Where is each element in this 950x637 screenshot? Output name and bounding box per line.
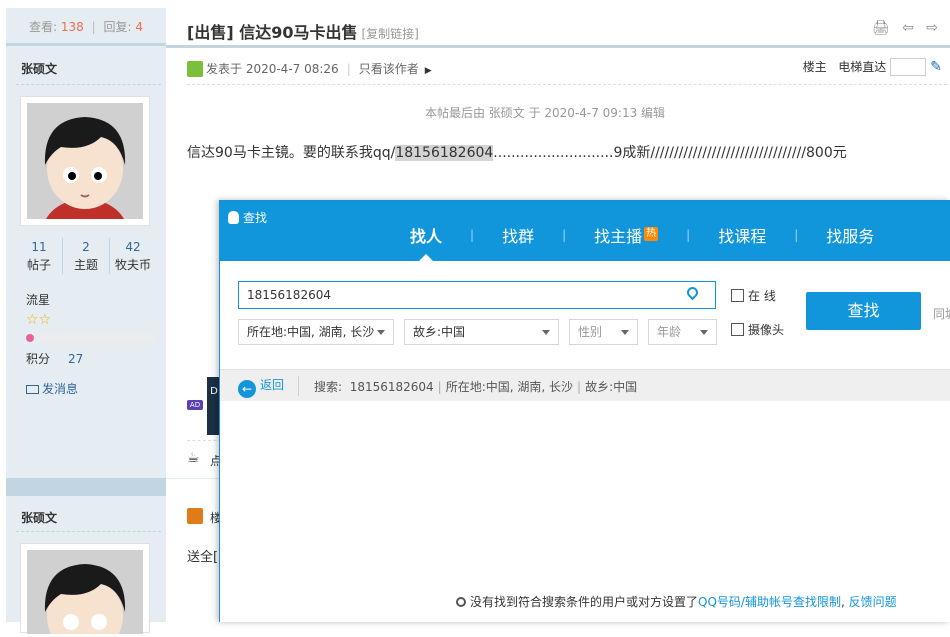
author-name[interactable]: 张硕文 [21,60,57,77]
selected-qq-number: 18156182604 [395,145,494,161]
tab-find-group[interactable]: 找群 [502,223,534,247]
coffee-icon[interactable]: ☕ [187,450,200,466]
chevron-down-icon [621,330,629,335]
floor-tools: 楼主 电梯直达 ✎ [803,58,942,76]
ad-tag: AD [187,400,203,410]
title-tools[interactable]: 🖨 ⇦ ⇨ [872,20,942,36]
author-counts: 11 帖子 2 主题 42 牧夫币 [16,238,156,274]
replies-label: 回复: [103,20,132,34]
age-select[interactable]: 年龄 [648,319,717,345]
pen-icon[interactable]: ✎ [930,59,942,75]
online-label: 在 线 [748,289,776,303]
back-button[interactable]: ← 返回 [238,376,284,398]
thread-stats: 查看: 138 | 回复: 4 [6,8,166,46]
user-badge-icon [187,508,203,524]
post-time: 发表于 2020-4-7 08:26 [206,62,339,76]
search-breadcrumb: ← 返回 搜索: 18156182604 | 所在地:中国, 湖南, 长沙 | 故乡:中国 [220,369,950,401]
online-checkbox[interactable] [731,289,744,302]
tab-find-service[interactable]: 找服务 [826,223,874,247]
send-message-link[interactable]: 发消息 [26,380,78,397]
chevron-down-icon [542,330,550,335]
author-sidebar: 查看: 138 | 回复: 4 张硕文 11 帖子 2 主题 42 牧夫币 流星… [6,8,166,637]
views-label: 查看: [29,20,58,34]
hometown-select[interactable]: 故乡:中国 [404,319,559,345]
qq-window-title: 查找 [228,209,267,226]
elevator-label: 电梯直达 [838,60,887,74]
rank-progress [26,334,156,342]
chevron-down-icon [700,330,708,335]
views-count: 138 [60,20,84,34]
search-icon [456,597,466,607]
count-posts[interactable]: 11 帖子 [16,238,63,274]
score: 积分 27 [26,352,84,366]
search-restriction-link[interactable]: QQ号码/辅助帐号查找限制 [698,595,841,609]
no-result-message: 没有找到符合搜索条件的用户或对方设置了QQ号码/辅助帐号查找限制, 反馈问题 [456,593,897,610]
tab-find-streamer[interactable]: 找主播热 [594,223,659,247]
author-name-post2[interactable]: 张硕文 [21,509,57,526]
count-threads[interactable]: 2 主题 [63,238,110,274]
qq-find-header: 查找 找人 | 找群 | 找主播热 | 找课程 | 找服务 [220,201,950,261]
tab-find-course[interactable]: 找课程 [718,223,766,247]
edit-note: 本帖最后由 张硕文 于 2020-4-7 09:13 编辑 [424,106,666,120]
feedback-link[interactable]: 反馈问题 [849,595,897,609]
envelope-icon [26,385,39,394]
only-author-link[interactable]: 只看该作者 [359,62,419,76]
gender-select[interactable]: 性别 [569,319,638,345]
qq-find-dialog: 查找 找人 | 找群 | 找主播热 | 找课程 | 找服务 1815618260… [219,200,950,622]
tab-find-people[interactable]: 找人 [410,223,442,261]
rank-progress-fill [26,334,34,342]
camera-label: 摄像头 [748,323,785,337]
camera-checkbox[interactable] [731,323,744,336]
elevator-input[interactable] [890,58,927,76]
qq-penguin-icon [228,211,239,224]
search-criteria: 搜索: 18156182604 | 所在地:中国, 湖南, 长沙 | 故乡:中国 [314,380,638,394]
online-status-icon [187,61,203,77]
hot-badge: 热 [644,227,659,241]
floor-label: 楼主 [802,60,827,74]
location-select[interactable]: 所在地:中国, 湖南, 长沙 [238,319,394,345]
post-body: 信达90马卡主镜。要的联系我qq/18156182604............… [187,145,847,161]
post2-body: 送全[] [187,550,224,565]
chevron-down-icon [377,330,385,335]
count-coins[interactable]: 42 牧夫币 [110,238,156,274]
rank-stars: ☆☆ [26,312,52,328]
caret-right-icon: ▶ [424,66,432,76]
arrow-left-icon: ← [238,380,256,398]
user-rank: 流星 [26,293,51,307]
copy-link-button[interactable]: [复制链接] [361,27,418,41]
same-city-link[interactable]: 同城 [933,305,950,322]
avatar-image-post2 [27,550,143,637]
qq-find-tabs: 找人 | 找群 | 找主播热 | 找课程 | 找服务 [410,223,874,261]
avatar-post2[interactable] [20,543,150,637]
replies-count: 4 [135,20,143,34]
post-meta: 发表于 2020-4-7 08:26 | 只看该作者 ▶ [187,60,432,77]
search-input[interactable]: 18156182604 [238,281,716,309]
thread-title: [出售] 信达90马卡出售 [复制链接] [187,23,419,42]
find-button[interactable]: 查找 [806,292,921,330]
